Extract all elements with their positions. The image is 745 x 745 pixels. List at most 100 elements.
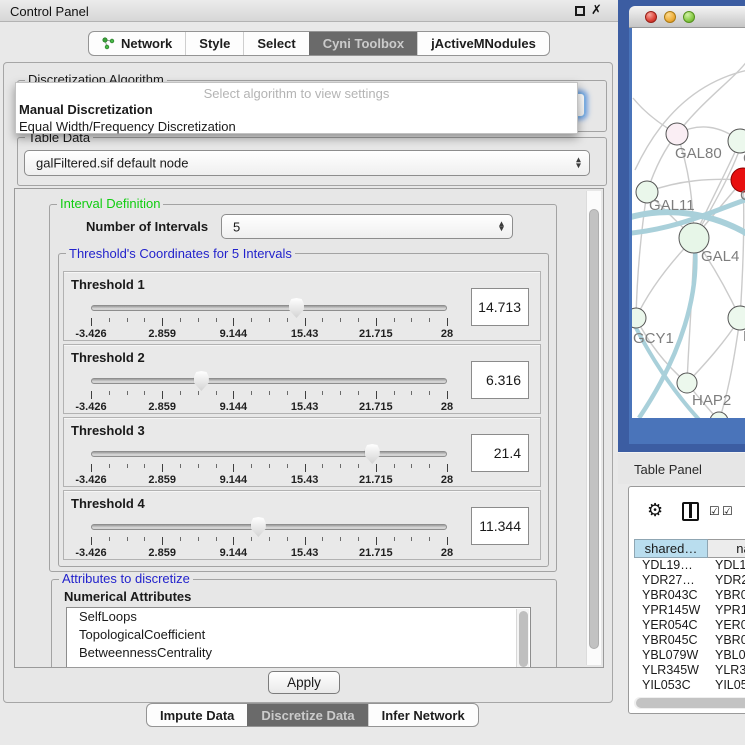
slider-tick [411,464,412,468]
slider-tick [162,537,163,545]
node-hap2[interactable] [677,373,697,393]
label-gcy1: GCY1 [633,330,674,347]
table-panel-header: Table Panel [618,452,745,484]
threshold-3-value-field[interactable]: 21.4 [471,434,529,472]
threshold-3-slider[interactable]: -3.4262.8599.14415.4321.71528 [64,418,540,486]
list-item-selfloops[interactable]: SelfLoops [67,608,530,626]
slider-tick [162,464,163,472]
column-header-name[interactable]: name [708,539,745,558]
network-canvas[interactable]: GAL80 G GAL11 C GAL4 GCY1 H HAP2 [632,28,745,418]
node-pink[interactable] [666,123,688,145]
slider-thumb[interactable] [289,298,304,318]
number-of-intervals-value: 5 [233,219,240,234]
threshold-1-slider[interactable]: -3.4262.8599.14415.4321.71528 [64,272,540,340]
slider-tick-label: -3.426 [61,401,121,413]
attributes-list-scrollbar[interactable] [516,609,529,668]
table-row[interactable]: YBR043CYBR043C [634,588,745,603]
slider-thumb[interactable] [365,444,380,464]
slider-tick [233,391,234,399]
network-window-titlebar[interactable] [629,6,745,28]
slider-tick [447,464,448,472]
table-row[interactable]: YLR345WYLR345W [634,663,745,678]
slider-tick [394,537,395,541]
close-traffic-light-icon[interactable] [645,11,657,23]
table-horizontal-scrollbar[interactable] [634,697,745,709]
gear-icon[interactable]: ⚙ [647,500,663,521]
slider-tick [198,464,199,468]
slider-track[interactable] [91,305,447,311]
minimize-traffic-light-icon[interactable] [664,11,676,23]
slider-tick [429,318,430,322]
node-gcy1[interactable] [632,308,646,328]
slider-tick [305,537,306,545]
popup-item-equal-width-frequency[interactable]: Equal Width/Frequency Discretization [16,118,577,135]
scrollbar-thumb[interactable] [519,611,528,667]
slider-tick-label: 15.43 [275,547,335,559]
threshold-2-slider[interactable]: -3.4262.8599.14415.4321.71528 [64,345,540,413]
slider-tick [216,464,217,468]
slider-track[interactable] [91,524,447,530]
settings-panel-scrollbar[interactable] [586,191,601,665]
threshold-1-value-field[interactable]: 14.713 [471,288,529,326]
control-panel-titlebar: Control Panel ✗ [0,0,618,22]
slider-thumb[interactable] [194,371,209,391]
slider-track[interactable] [91,451,447,457]
close-icon[interactable]: ✗ [591,3,602,18]
slider-tick-label: 9.144 [203,401,263,413]
slider-thumb[interactable] [251,517,266,537]
zoom-traffic-light-icon[interactable] [683,11,695,23]
slider-tick-label: 2.859 [132,474,192,486]
apply-button[interactable]: Apply [268,671,340,694]
scrollbar-thumb[interactable] [636,698,745,708]
network-view-window[interactable]: GAL80 G GAL11 C GAL4 GCY1 H HAP2 [629,6,745,444]
select-all-checkbox-icon[interactable]: ☑ [722,504,733,518]
tab-infer-network[interactable]: Infer Network [368,704,478,726]
slider-tick [144,318,145,322]
scrollbar-thumb[interactable] [589,209,599,649]
column-header-shared-name[interactable]: shared… [634,539,708,558]
slider-tick [340,318,341,322]
table-row[interactable]: YBL079WYBL079W [634,648,745,663]
table-row[interactable]: YDR27…YDR27… [634,573,745,588]
slider-tick-label: 9.144 [203,474,263,486]
slider-tick [251,318,252,322]
slider-tick-label: 9.144 [203,328,263,340]
tab-select[interactable]: Select [243,32,308,55]
threshold-4-value-field[interactable]: 11.344 [471,507,529,545]
network-graph[interactable]: GAL80 G GAL11 C GAL4 GCY1 H HAP2 [632,28,745,418]
select-checkbox-icon[interactable]: ☑ [709,504,720,518]
threshold-4-slider[interactable]: -3.4262.8599.14415.4321.71528 [64,491,540,559]
table-data-combobox[interactable]: galFiltered.sif default node ▲▼ [24,150,590,176]
split-columns-icon[interactable] [682,502,699,521]
slider-tick-label: 21.715 [346,474,406,486]
slider-tick-label: 15.43 [275,328,335,340]
table-row[interactable]: YER054CYER054C [634,618,745,633]
tab-cyni-toolbox[interactable]: Cyni Toolbox [309,32,417,55]
tab-network[interactable]: Network [89,32,185,55]
table-row[interactable]: YDL19…YDL19… [634,558,745,573]
slider-tick [216,391,217,395]
table-row[interactable]: YIL053CYIL053C [634,678,745,691]
table-row[interactable]: YPR145WYPR145W [634,603,745,618]
slider-tick-label: 28 [417,401,477,413]
popup-item-manual-discretization[interactable]: Manual Discretization [16,101,577,118]
slider-track[interactable] [91,378,447,384]
list-item-topologicalcoefficient[interactable]: TopologicalCoefficient [67,626,530,644]
number-of-intervals-combobox[interactable]: 5 ▲▼ [221,214,513,239]
table-row[interactable]: YBR045CYBR045C [634,633,745,648]
slider-tick [216,537,217,541]
tab-style[interactable]: Style [185,32,243,55]
tab-impute-data[interactable]: Impute Data [147,704,247,726]
list-item-betweennesscentrality[interactable]: BetweennessCentrality [67,644,530,662]
slider-tick [144,464,145,468]
tab-jactivemnodules[interactable]: jActiveMNodules [417,32,549,55]
slider-tick-label: 2.859 [132,328,192,340]
tab-discretize-data[interactable]: Discretize Data [247,704,367,726]
node-right[interactable] [728,306,745,330]
slider-tick [322,391,323,395]
float-window-icon[interactable] [575,6,585,16]
slider-tick [269,464,270,468]
threshold-1-panel: Threshold 1 -3.4262.8599.14415.4321.7152… [63,271,541,341]
number-of-intervals-label: Number of Intervals [86,219,208,234]
threshold-2-value-field[interactable]: 6.316 [471,361,529,399]
